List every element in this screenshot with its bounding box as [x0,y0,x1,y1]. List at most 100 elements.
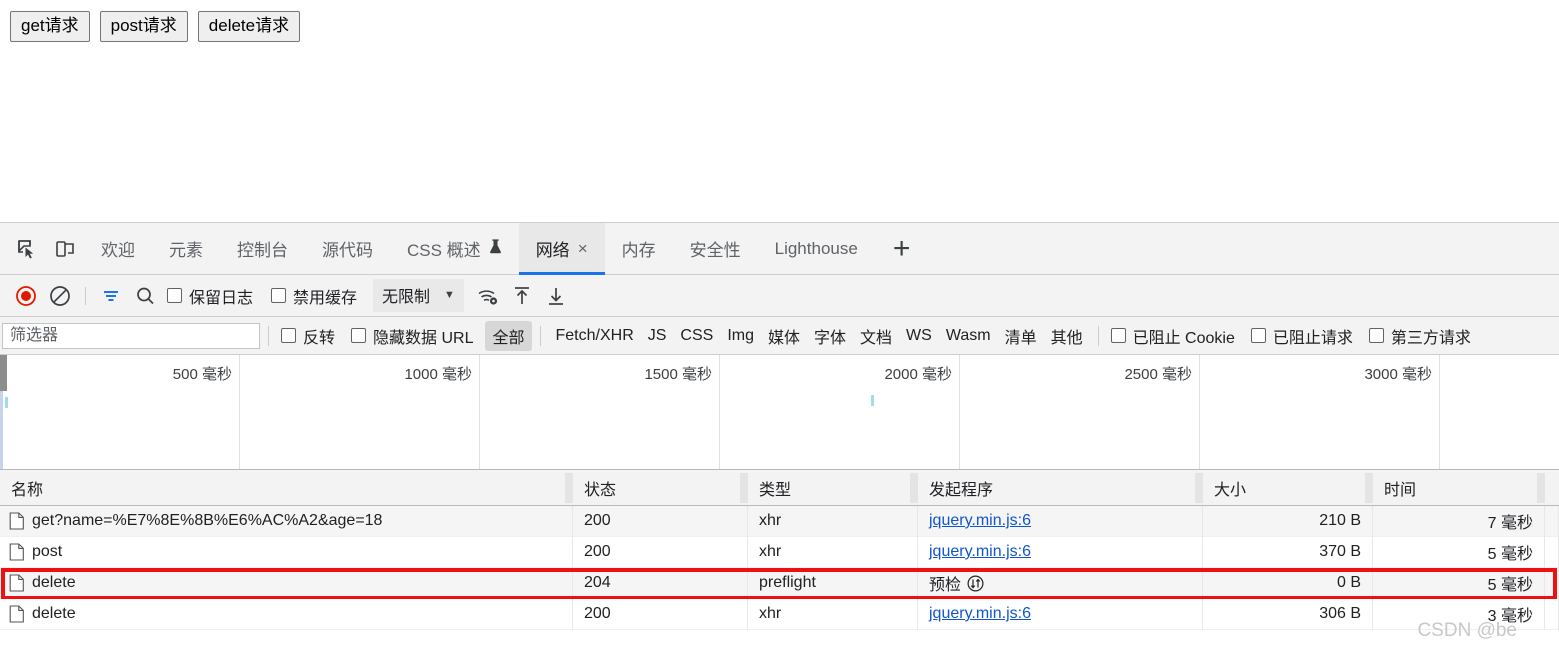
tab-elements[interactable]: 元素 [152,223,220,275]
cell-size: 210 B [1203,505,1373,537]
device-toolbar-icon[interactable] [46,230,84,268]
post-request-button[interactable]: post请求 [99,11,188,42]
column-header-label: 名称 [11,481,44,499]
type-filter-fetch-xhr[interactable]: Fetch/XHR [549,324,641,348]
cell-initiator: jquery.min.js:6 [918,536,1203,568]
hide-data-urls-checkbox[interactable]: 隐藏数据 URL [351,324,473,348]
type-filter-other[interactable]: 其他 [1044,321,1090,351]
record-button[interactable] [10,280,42,312]
disable-cache-checkbox[interactable]: 禁用缓存 [271,284,357,308]
tab-label: 内存 [621,241,656,260]
tab-css-overview[interactable]: CSS 概述 [390,223,519,275]
throttling-select[interactable]: 无限制 ▼ [373,279,464,312]
tab-welcome[interactable]: 欢迎 [84,223,152,275]
cell-time: 5 毫秒 [1373,567,1545,599]
cell-status: 200 [573,598,748,630]
get-request-button[interactable]: get请求 [10,11,90,42]
type-filter-font[interactable]: 字体 [807,321,853,351]
filter-button[interactable] [95,280,127,312]
delete-request-button[interactable]: delete请求 [197,11,301,42]
tab-label: 安全性 [689,241,741,260]
clear-button[interactable] [44,280,76,312]
column-resize-handle[interactable] [740,472,748,503]
column-header[interactable]: 状态 [573,470,748,506]
table-row[interactable]: delete 200 xhr jquery.min.js:6 306 B3 毫秒 [0,598,1559,630]
tab-sources[interactable]: 源代码 [305,223,390,275]
tab-label: CSS 概述 [407,241,481,260]
column-header[interactable]: 时间 [1373,470,1545,506]
column-header-label: 大小 [1214,481,1247,499]
table-row-wrapper: post 200 xhr jquery.min.js:6 370 B5 毫秒 [0,536,1559,568]
network-overview-timeline[interactable]: 500 毫秒 1000 毫秒 1500 毫秒 2000 毫秒 2500 毫秒 3000 毫… [0,355,1559,470]
add-panel-button[interactable]: + [875,233,929,264]
tab-network[interactable]: 网络 × [518,222,605,275]
type-filter-manifest[interactable]: 清单 [998,321,1044,351]
column-header[interactable] [1545,470,1559,506]
third-party-label: 第三方请求 [1390,329,1471,347]
invert-checkbox[interactable]: 反转 [281,324,335,348]
table-row[interactable]: get?name=%E7%8E%8B%E6%AC%A2&age=18 200 xhr… [0,505,1559,537]
column-resize-handle[interactable] [565,472,573,503]
tab-console[interactable]: 控制台 [220,223,305,275]
close-icon[interactable]: × [576,240,588,257]
disable-cache-label: 禁用缓存 [293,289,358,307]
overview-gridline [1439,355,1440,469]
export-har-icon[interactable] [540,280,572,312]
web-page-content: get请求 post请求 delete请求 [0,0,1559,222]
type-filter-css[interactable]: CSS [673,324,720,348]
column-header[interactable]: 大小 [1203,470,1373,506]
type-filter-wasm[interactable]: Wasm [939,324,998,348]
hide-data-urls-label: 隐藏数据 URL [373,329,474,347]
type-filter-doc[interactable]: 文档 [853,321,899,351]
checkbox-box [1250,328,1266,343]
preserve-log-checkbox[interactable]: 保留日志 [167,284,253,308]
tab-security[interactable]: 安全性 [673,223,758,275]
initiator-link[interactable]: jquery.min.js:6 [929,512,1031,530]
filter-divider [268,325,269,346]
inspect-element-icon[interactable] [8,230,46,268]
overview-gridline [479,355,480,469]
column-resize-handle[interactable] [1537,472,1545,503]
column-resize-handle[interactable] [1195,472,1203,503]
type-filter-all[interactable]: 全部 [485,320,532,351]
cell-type: xhr [748,505,918,537]
import-har-icon[interactable] [506,280,538,312]
blocked-cookies-checkbox[interactable]: 已阻止 Cookie [1110,324,1235,348]
tab-memory[interactable]: 内存 [605,223,673,275]
checkbox-box [351,328,367,343]
overview-tick-label: 1000 毫秒 [404,366,472,383]
tab-label: 欢迎 [101,241,135,260]
tab-lighthouse[interactable]: Lighthouse [758,223,875,275]
initiator-link[interactable]: jquery.min.js:6 [929,543,1031,561]
column-header[interactable]: 名称 [0,470,573,506]
search-button[interactable] [129,280,161,312]
cell-type: xhr [748,536,918,568]
column-resize-handle[interactable] [1365,472,1373,503]
devtools-tabbar: 欢迎 元素 控制台 源代码 CSS 概述 网络 × 内存 安全性 Lightho… [0,222,1559,275]
cell-waterfall [1545,536,1559,568]
column-header-label: 时间 [1384,481,1417,499]
network-conditions-icon[interactable] [472,280,504,312]
column-resize-handle[interactable] [910,472,918,503]
filter-input[interactable] [2,322,260,349]
blocked-requests-checkbox[interactable]: 已阻止请求 [1250,324,1353,348]
overview-gridline [1199,355,1200,469]
overview-scrollbar[interactable] [0,355,7,391]
initiator-link[interactable]: jquery.min.js:6 [929,605,1031,623]
preflight-arrows-icon[interactable] [967,574,984,592]
column-header[interactable]: 发起程序 [918,470,1203,506]
column-header[interactable]: 类型 [748,470,918,506]
cell-name: post [0,536,573,568]
table-row[interactable]: post 200 xhr jquery.min.js:6 370 B5 毫秒 [0,536,1559,568]
overview-gridline [239,355,240,469]
table-body: get?name=%E7%8E%8B%E6%AC%A2&age=18 200 xhr… [0,505,1559,630]
type-filter-media[interactable]: 媒体 [761,321,807,351]
cell-initiator: 预检 [918,567,1203,599]
table-row[interactable]: delete 204 preflight 预检 0 B5 毫秒 [0,567,1559,599]
type-filter-ws[interactable]: WS [899,324,939,348]
type-filter-js[interactable]: JS [641,324,674,348]
type-filter-img[interactable]: Img [720,324,761,348]
column-header-label: 发起程序 [929,481,994,499]
third-party-checkbox[interactable]: 第三方请求 [1368,324,1471,348]
column-header-label: 类型 [759,481,792,499]
